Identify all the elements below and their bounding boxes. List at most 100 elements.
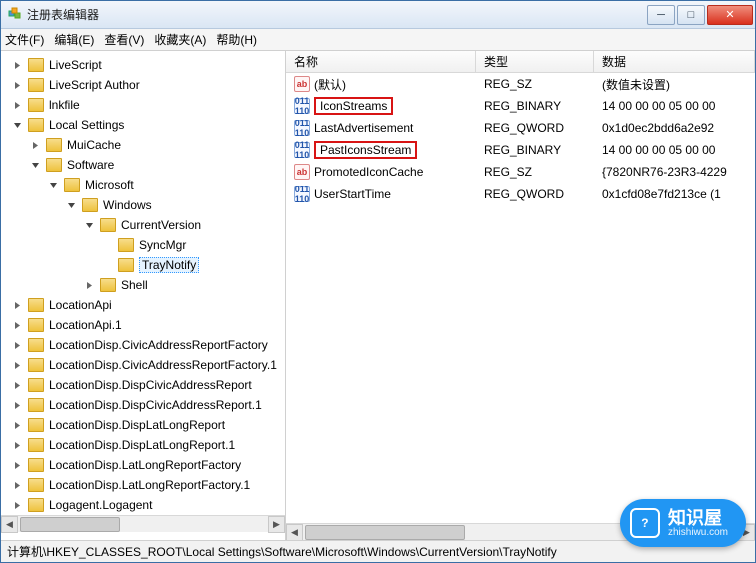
chevron-right-icon[interactable] [11, 499, 23, 511]
tree-node-label: Local Settings [49, 118, 124, 132]
scroll-thumb[interactable] [20, 517, 120, 532]
folder-icon [118, 258, 134, 272]
value-row[interactable]: 011110IconStreams REG_BINARY 14 00 00 00… [286, 95, 755, 117]
tree-node[interactable]: LocationDisp.LatLongReportFactory [7, 455, 285, 475]
tree-pane[interactable]: LiveScript LiveScript Author lnkfile Loc… [1, 51, 286, 540]
tree-node-label: LiveScript Author [49, 78, 140, 92]
chevron-right-icon[interactable] [11, 299, 23, 311]
tree-node[interactable]: TrayNotify [7, 255, 285, 275]
folder-icon [28, 478, 44, 492]
chevron-down-icon[interactable] [83, 219, 95, 231]
menu-view[interactable]: 查看(V) [104, 31, 144, 48]
chevron-down-icon[interactable] [65, 199, 77, 211]
chevron-right-icon[interactable] [11, 359, 23, 371]
chevron-down-icon[interactable] [47, 179, 59, 191]
value-row[interactable]: 011110LastAdvertisement REG_QWORD 0x1d0e… [286, 117, 755, 139]
folder-icon [28, 318, 44, 332]
col-header-name[interactable]: 名称 [286, 51, 476, 72]
chevron-right-icon[interactable] [11, 479, 23, 491]
titlebar[interactable]: 注册表编辑器 ─ □ ✕ [1, 1, 755, 29]
scroll-left-button[interactable]: ◀ [1, 516, 18, 533]
menu-file[interactable]: 文件(F) [5, 31, 44, 48]
menu-favorites[interactable]: 收藏夹(A) [154, 31, 206, 48]
chevron-right-icon[interactable] [83, 279, 95, 291]
tree-node-label: SyncMgr [139, 238, 186, 252]
tree-node[interactable]: LocationDisp.DispLatLongReport [7, 415, 285, 435]
tree-node[interactable]: Software [7, 155, 285, 175]
chevron-right-icon[interactable] [11, 319, 23, 331]
tree-node[interactable]: LocationDisp.LatLongReportFactory.1 [7, 475, 285, 495]
watermark-url: zhishiwu.com [668, 527, 728, 538]
tree-node[interactable]: Microsoft [7, 175, 285, 195]
tree-node[interactable]: LocationApi [7, 295, 285, 315]
tree-node[interactable]: LocationApi.1 [7, 315, 285, 335]
tree-node[interactable]: LiveScript [7, 55, 285, 75]
value-data: 0x1d0ec2bdd6a2e92 [594, 121, 755, 135]
chevron-right-icon[interactable] [11, 339, 23, 351]
tree-h-scrollbar[interactable]: ◀ ▶ [1, 515, 285, 532]
chevron-right-icon[interactable] [11, 459, 23, 471]
folder-icon [46, 138, 62, 152]
scroll-left-button[interactable]: ◀ [286, 524, 303, 541]
registry-editor-window: 注册表编辑器 ─ □ ✕ 文件(F) 编辑(E) 查看(V) 收藏夹(A) 帮助… [0, 0, 756, 563]
app-icon [7, 7, 23, 23]
folder-icon [64, 178, 80, 192]
chevron-right-icon[interactable] [11, 399, 23, 411]
tree-node[interactable]: Windows [7, 195, 285, 215]
folder-icon [28, 418, 44, 432]
folder-icon [28, 358, 44, 372]
tree-node-label: LocationDisp.LatLongReportFactory [49, 458, 241, 472]
col-header-data[interactable]: 数据 [594, 51, 755, 72]
folder-icon [100, 278, 116, 292]
chevron-right-icon[interactable] [11, 419, 23, 431]
chevron-down-icon[interactable] [11, 119, 23, 131]
chevron-right-icon[interactable] [11, 379, 23, 391]
tree-node[interactable]: LiveScript Author [7, 75, 285, 95]
chevron-right-icon[interactable] [29, 139, 41, 151]
chevron-right-icon[interactable] [11, 99, 23, 111]
tree-node[interactable]: LocationDisp.DispLatLongReport.1 [7, 435, 285, 455]
binary-value-icon: 011110 [294, 186, 310, 202]
tree-node-label: LocationDisp.CivicAddressReportFactory.1 [49, 358, 277, 372]
value-row[interactable]: 011110PastIconsStream REG_BINARY 14 00 0… [286, 139, 755, 161]
value-list[interactable]: ab(默认) REG_SZ (数值未设置) 011110IconStreams … [286, 73, 755, 523]
menu-edit[interactable]: 编辑(E) [54, 31, 94, 48]
tree-node[interactable]: LocationDisp.DispCivicAddressReport [7, 375, 285, 395]
watermark-logo-icon: ? [630, 508, 660, 538]
close-button[interactable]: ✕ [707, 5, 753, 25]
tree-node[interactable]: Local Settings [7, 115, 285, 135]
value-row[interactable]: 011110UserStartTime REG_QWORD 0x1cfd08e7… [286, 183, 755, 205]
window-title: 注册表编辑器 [27, 6, 645, 23]
menu-help[interactable]: 帮助(H) [216, 31, 257, 48]
chevron-down-icon[interactable] [29, 159, 41, 171]
tree-node[interactable]: LocationDisp.DispCivicAddressReport.1 [7, 395, 285, 415]
col-header-type[interactable]: 类型 [476, 51, 594, 72]
tree-node[interactable]: SyncMgr [7, 235, 285, 255]
scroll-thumb[interactable] [305, 525, 465, 540]
chevron-right-icon[interactable] [11, 439, 23, 451]
tree-node[interactable]: LocationDisp.CivicAddressReportFactory.1 [7, 355, 285, 375]
minimize-button[interactable]: ─ [647, 5, 675, 25]
list-pane: 名称 类型 数据 ab(默认) REG_SZ (数值未设置) 011110Ico… [286, 51, 755, 540]
value-name: IconStreams [314, 97, 393, 115]
chevron-right-icon[interactable] [11, 59, 23, 71]
tree-node[interactable]: LocationDisp.CivicAddressReportFactory [7, 335, 285, 355]
tree-node[interactable]: MuiCache [7, 135, 285, 155]
tree-node[interactable]: CurrentVersion [7, 215, 285, 235]
tree-node-label: TrayNotify [139, 257, 199, 273]
tree-node-label: LocationDisp.DispCivicAddressReport [49, 378, 252, 392]
maximize-button[interactable]: □ [677, 5, 705, 25]
tree-node[interactable]: lnkfile [7, 95, 285, 115]
value-data: 14 00 00 00 05 00 00 [594, 99, 755, 113]
value-row[interactable]: abPromotedIconCache REG_SZ {7820NR76-23R… [286, 161, 755, 183]
folder-icon [28, 438, 44, 452]
value-type: REG_QWORD [476, 187, 594, 201]
folder-icon [28, 378, 44, 392]
value-name: PastIconsStream [314, 141, 417, 159]
chevron-right-icon[interactable] [11, 79, 23, 91]
tree-node-label: LocationDisp.DispLatLongReport [49, 418, 225, 432]
value-row[interactable]: ab(默认) REG_SZ (数值未设置) [286, 73, 755, 95]
tree-node[interactable]: Shell [7, 275, 285, 295]
scroll-right-button[interactable]: ▶ [268, 516, 285, 533]
tree-node[interactable]: Logagent.Logagent [7, 495, 285, 515]
